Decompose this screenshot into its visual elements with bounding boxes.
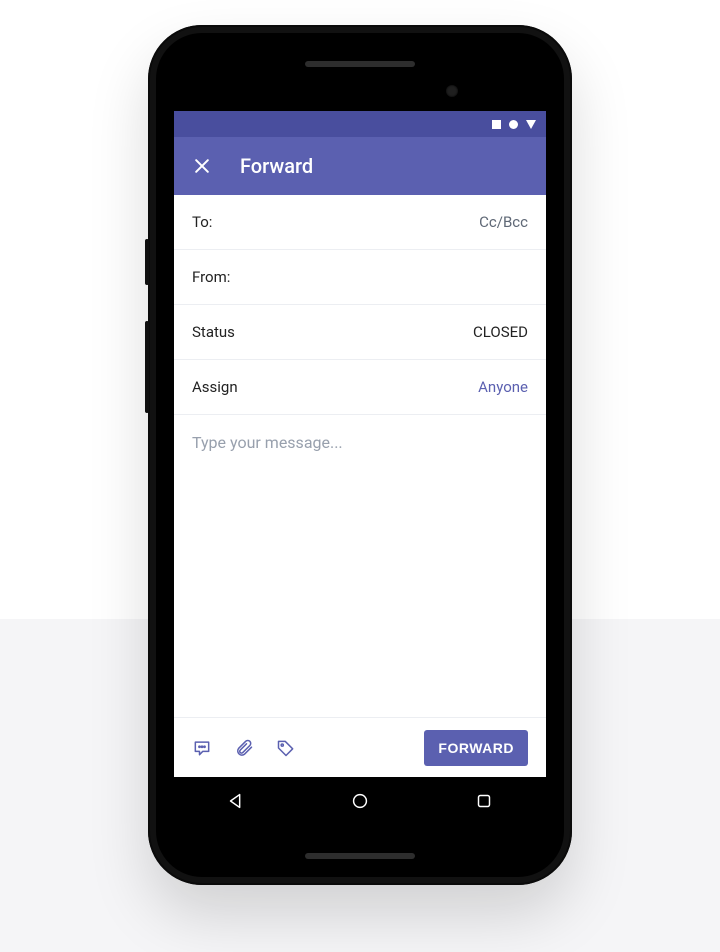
status-value: CLOSED — [473, 323, 528, 341]
forward-button[interactable]: FORWARD — [424, 730, 528, 766]
from-row[interactable]: From: — [174, 250, 546, 305]
attachment-button[interactable] — [234, 738, 254, 758]
phone-inner: Forward To: Cc/Bcc From: Status CLOSED A… — [156, 33, 564, 877]
nav-home-button[interactable] — [349, 790, 371, 812]
app-bar: Forward — [174, 137, 546, 195]
phone-camera — [446, 85, 458, 97]
assign-value[interactable]: Anyone — [478, 378, 528, 396]
close-icon — [192, 156, 212, 176]
triangle-back-icon — [225, 790, 247, 812]
to-label: To: — [192, 213, 212, 231]
nav-recent-button[interactable] — [473, 790, 495, 812]
paperclip-icon — [234, 738, 254, 758]
phone-speaker — [305, 853, 415, 859]
tag-button[interactable] — [276, 738, 296, 758]
chat-bubble-icon — [192, 738, 212, 758]
tag-icon — [276, 738, 296, 758]
message-input[interactable] — [192, 433, 528, 547]
to-row[interactable]: To: Cc/Bcc — [174, 195, 546, 250]
compose-toolbar: FORWARD — [174, 717, 546, 777]
status-row[interactable]: Status CLOSED — [174, 305, 546, 360]
square-recent-icon — [473, 790, 495, 812]
assign-label: Assign — [192, 378, 238, 396]
from-label: From: — [192, 268, 230, 286]
status-label: Status — [192, 323, 235, 341]
close-button[interactable] — [192, 156, 212, 176]
compose-content: To: Cc/Bcc From: Status CLOSED Assign An… — [174, 195, 546, 777]
app-title: Forward — [240, 154, 313, 178]
message-area — [174, 415, 546, 717]
ccbcc-toggle[interactable]: Cc/Bcc — [479, 213, 528, 231]
toolbar-icons — [192, 738, 296, 758]
phone-frame: Forward To: Cc/Bcc From: Status CLOSED A… — [148, 25, 572, 885]
status-circle-icon — [509, 120, 518, 129]
phone-side-button — [145, 239, 149, 285]
android-status-bar — [174, 111, 546, 137]
phone-speaker — [305, 61, 415, 67]
assign-row[interactable]: Assign Anyone — [174, 360, 546, 415]
screen: Forward To: Cc/Bcc From: Status CLOSED A… — [174, 111, 546, 825]
circle-home-icon — [349, 790, 371, 812]
nav-back-button[interactable] — [225, 790, 247, 812]
phone-side-button — [145, 321, 149, 413]
status-triangle-icon — [526, 120, 536, 129]
android-nav-bar — [174, 777, 546, 825]
status-square-icon — [492, 120, 501, 129]
canned-response-button[interactable] — [192, 738, 212, 758]
